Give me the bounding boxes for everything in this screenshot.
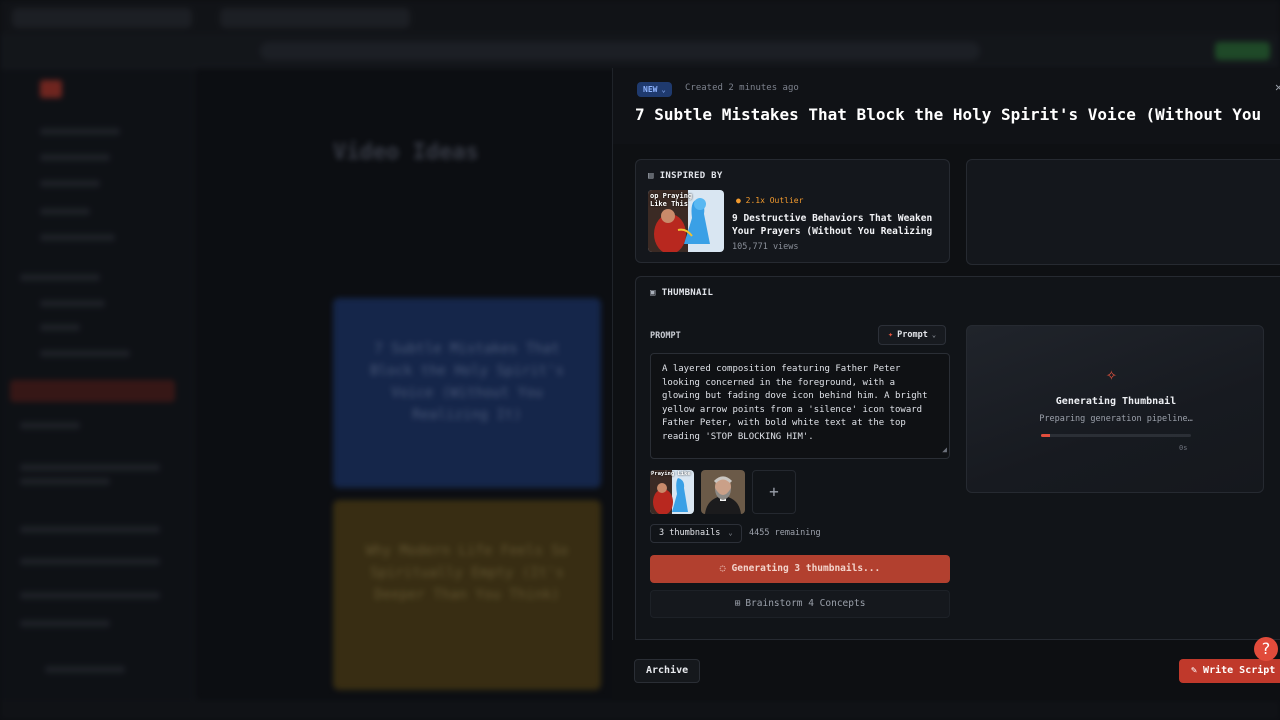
status-badge[interactable]: NEW ⌄ bbox=[637, 82, 672, 97]
os-taskbar bbox=[0, 700, 1280, 720]
prompt-text: A layered composition featuring Father P… bbox=[662, 364, 928, 442]
close-icon[interactable]: ✕ bbox=[1275, 80, 1280, 94]
bg-page-title: Video Ideas bbox=[333, 140, 479, 165]
thumbnail-header: ▣ THUMBNAIL bbox=[650, 288, 713, 298]
extension-button[interactable] bbox=[1215, 42, 1270, 60]
browser-tabstrip bbox=[0, 0, 1280, 34]
reference-image-text: Praying Like bbox=[651, 471, 691, 477]
modal-header: NEW ⌄ Created 2 minutes ago 7 Subtle Mist… bbox=[613, 68, 1280, 144]
archive-button[interactable]: Archive bbox=[634, 659, 701, 683]
prompt-mode-dropdown[interactable]: ✦ Prompt ⌄ bbox=[878, 325, 947, 345]
address-bar[interactable] bbox=[260, 42, 980, 60]
prompt-label: PROMPT bbox=[650, 331, 681, 341]
modal-footer: Archive ✎ Write Script bbox=[612, 640, 1280, 700]
brainstorm-button-label: Brainstorm 4 Concepts bbox=[745, 598, 866, 609]
resize-handle-icon[interactable]: ◢ bbox=[942, 443, 947, 457]
generation-subtitle: Preparing generation pipeline… bbox=[1039, 414, 1193, 424]
thumbnail-text: op Praying Like This bbox=[650, 192, 693, 208]
grid-icon: ⊞ bbox=[734, 598, 741, 609]
prompt-mode-label: Prompt bbox=[897, 330, 928, 340]
created-timestamp: Created 2 minutes ago bbox=[685, 83, 799, 93]
add-reference-button[interactable]: + bbox=[752, 470, 796, 514]
chevron-down-icon: ⌄ bbox=[931, 331, 937, 339]
chevron-down-icon: ⌄ bbox=[661, 86, 666, 94]
progress-fill bbox=[1041, 434, 1050, 437]
generate-thumbnails-button[interactable]: ◌ Generating 3 thumbnails... bbox=[650, 555, 950, 583]
prompt-textarea[interactable]: A layered composition featuring Father P… bbox=[650, 353, 950, 459]
sidebar-active-item[interactable] bbox=[10, 380, 175, 402]
generation-status-panel: ✧ Generating Thumbnail Preparing generat… bbox=[966, 325, 1264, 493]
thumbnail-count-select[interactable]: 3 thumbnails ⌄ bbox=[650, 524, 742, 543]
generation-title: Generating Thumbnail bbox=[1055, 396, 1177, 407]
spinner-icon: ◌ bbox=[719, 563, 726, 574]
side-panel bbox=[966, 159, 1280, 265]
app-logo bbox=[40, 80, 62, 98]
elapsed-time: 0s bbox=[1179, 444, 1188, 452]
inspired-video-views: 105,771 views bbox=[732, 242, 799, 252]
write-script-button[interactable]: ✎ Write Script bbox=[1179, 659, 1280, 683]
brainstorm-concepts-button[interactable]: ⊞ Brainstorm 4 Concepts bbox=[650, 590, 950, 618]
sparkle-icon: ✦ bbox=[888, 330, 894, 340]
reference-image[interactable]: Praying Like bbox=[650, 470, 694, 514]
plus-icon: + bbox=[769, 482, 779, 501]
pencil-icon: ✎ bbox=[1191, 665, 1204, 676]
film-icon: ▤ bbox=[648, 171, 654, 181]
reference-image-priest[interactable] bbox=[701, 470, 745, 514]
thumbnail-section: ▣ THUMBNAIL PROMPT ✦ Prompt ⌄ A layered com… bbox=[635, 276, 1280, 640]
bg-idea-card-title: Why Modern Life Feels So Spiritually Emp… bbox=[365, 543, 569, 603]
inspired-video-thumbnail[interactable]: op Praying Like This bbox=[648, 190, 724, 252]
write-script-label: Write Script bbox=[1203, 665, 1276, 676]
outlier-label: 2.1x Outlier bbox=[745, 196, 804, 205]
inspired-by-header: ▤ INSPIRED BY bbox=[648, 171, 723, 181]
outlier-badge: ● 2.1x Outlier bbox=[736, 196, 804, 205]
inspired-by-label: INSPIRED BY bbox=[659, 171, 723, 181]
chevron-down-icon: ⌄ bbox=[728, 529, 733, 537]
inspired-video-title[interactable]: 9 Destructive Behaviors That Weaken Your… bbox=[732, 212, 942, 238]
bg-idea-card-title: 7 Subtle Mistakes That Block the Holy Sp… bbox=[370, 341, 564, 423]
help-icon[interactable]: ? bbox=[1254, 637, 1278, 661]
thumbnail-label: THUMBNAIL bbox=[661, 288, 714, 298]
inspired-by-card: ▤ INSPIRED BY op Praying Like This ● 2.1x… bbox=[635, 159, 950, 263]
generation-progress-bar bbox=[1041, 434, 1191, 437]
idea-detail-modal: NEW ⌄ Created 2 minutes ago 7 Subtle Mist… bbox=[612, 68, 1280, 640]
bg-idea-card[interactable]: 7 Subtle Mistakes That Block the Holy Sp… bbox=[333, 298, 601, 488]
browser-tab[interactable] bbox=[220, 8, 410, 28]
image-icon: ▣ bbox=[650, 288, 656, 298]
thumbnail-count-value: 3 thumbnails bbox=[659, 528, 721, 538]
sparkles-icon: ✧ bbox=[1106, 364, 1117, 385]
idea-title[interactable]: 7 Subtle Mistakes That Block the Holy Sp… bbox=[635, 105, 1265, 124]
status-badge-label: NEW bbox=[643, 85, 658, 94]
bg-idea-card[interactable]: Why Modern Life Feels So Spiritually Emp… bbox=[333, 500, 601, 690]
browser-tab[interactable] bbox=[12, 8, 192, 28]
credits-remaining: 4455 remaining bbox=[749, 528, 821, 538]
generate-button-label: Generating 3 thumbnails... bbox=[731, 563, 881, 574]
